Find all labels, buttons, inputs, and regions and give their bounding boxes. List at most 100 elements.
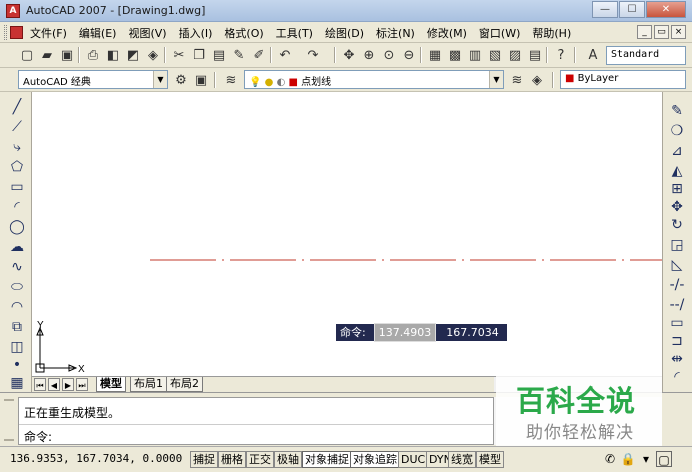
menu-insert[interactable]: 插入(I) — [179, 25, 213, 41]
menu-draw[interactable]: 绘图(D) — [325, 25, 364, 41]
dynamic-input-y-field[interactable]: 167.7034 — [442, 324, 503, 341]
menu-help[interactable]: 帮助(H) — [532, 25, 571, 41]
print-icon[interactable]: ⎙ — [84, 46, 102, 64]
dynamic-input-x-field[interactable]: 137.4903 — [373, 323, 437, 342]
offset-icon[interactable]: ◭ — [668, 162, 686, 180]
workspace-select[interactable]: AutoCAD 经典 ▼ — [18, 70, 168, 89]
text-style-icon[interactable]: A — [584, 46, 602, 64]
make-layer-current-icon[interactable]: ≋ — [508, 71, 526, 89]
arc-icon[interactable]: ◜ — [8, 198, 26, 216]
layer-select[interactable]: 💡 ● ◐ ■ 点划线 ▼ — [244, 70, 504, 89]
layer-previous-icon[interactable]: ◈ — [528, 71, 546, 89]
save-icon[interactable]: ▣ — [58, 46, 76, 64]
copy-object-icon[interactable]: ❍ — [668, 122, 686, 140]
extend-icon[interactable]: --/ — [668, 296, 686, 314]
text-style-select[interactable]: Standard — [606, 46, 686, 65]
polyline-icon[interactable]: ⤷ — [8, 138, 26, 156]
polar-toggle[interactable]: 极轴 — [274, 451, 302, 468]
doc-restore-button[interactable]: ▭ — [654, 25, 669, 39]
menu-edit[interactable]: 编辑(E) — [79, 25, 117, 41]
model-toggle[interactable]: 模型 — [476, 451, 504, 468]
ortho-toggle[interactable]: 正交 — [246, 451, 274, 468]
doc-minimize-button[interactable]: _ — [637, 25, 652, 39]
make-block-icon[interactable]: ◫ — [8, 338, 26, 356]
layer-manager-icon[interactable]: ≋ — [222, 71, 240, 89]
lock-icon[interactable]: 🔒 — [620, 451, 636, 467]
new-file-icon[interactable]: ▢ — [18, 46, 36, 64]
scale-icon[interactable]: ◲ — [668, 236, 686, 254]
tool-palettes-icon[interactable]: ▥ — [466, 46, 484, 64]
tab-model[interactable]: 模型 — [96, 377, 126, 392]
menu-grip[interactable] — [4, 25, 7, 40]
chevron-down-icon[interactable]: ▼ — [153, 71, 167, 88]
zoom-previous-icon[interactable]: ⊖ — [400, 46, 418, 64]
break-icon[interactable]: ▭ — [668, 314, 686, 332]
chamfer-icon[interactable]: ⇹ — [668, 350, 686, 368]
spline-icon[interactable]: ∿ — [8, 258, 26, 276]
cut-icon[interactable]: ✂ — [170, 46, 188, 64]
communication-center-icon[interactable]: ✆ — [602, 451, 618, 467]
workspace-settings-icon[interactable]: ⚙ — [172, 71, 190, 89]
match-properties-icon[interactable]: ✎ — [230, 46, 248, 64]
menu-modify[interactable]: 修改(M) — [427, 25, 467, 41]
menu-view[interactable]: 视图(V) — [128, 25, 166, 41]
first-tab-icon[interactable]: ⏮ — [34, 378, 46, 391]
next-tab-icon[interactable]: ▶ — [62, 378, 74, 391]
stretch-icon[interactable]: ◺ — [668, 256, 686, 274]
menu-window[interactable]: 窗口(W) — [479, 25, 520, 41]
command-prompt[interactable]: 命令: — [24, 428, 52, 445]
rotate-icon[interactable]: ↻ — [668, 216, 686, 234]
markup-set-icon[interactable]: ▨ — [506, 46, 524, 64]
chevron-down-icon[interactable]: ▼ — [489, 71, 503, 88]
revision-cloud-icon[interactable]: ☁ — [8, 238, 26, 256]
properties-icon[interactable]: ▦ — [426, 46, 444, 64]
tab-layout2[interactable]: 布局2 — [166, 377, 203, 392]
publish-icon[interactable]: ◩ — [124, 46, 142, 64]
sheet-set-icon[interactable]: ▧ — [486, 46, 504, 64]
3d-dwf-icon[interactable]: ◈ — [144, 46, 162, 64]
zoom-window-icon[interactable]: ⊙ — [380, 46, 398, 64]
undo-icon[interactable]: ↶ — [276, 46, 294, 64]
grid-toggle[interactable]: 栅格 — [218, 451, 246, 468]
hatch-icon[interactable]: ▦ — [8, 374, 26, 392]
fillet-icon[interactable]: ◜ — [668, 368, 686, 386]
save-workspace-icon[interactable]: ▣ — [192, 71, 210, 89]
lineweight-toggle[interactable]: 线宽 — [448, 451, 476, 468]
otrack-toggle[interactable]: 对象追踪 — [350, 451, 400, 468]
drawing-canvas[interactable]: Y X 命令: 137.4903 167.7034 — [32, 92, 662, 376]
line-icon[interactable]: ╱ — [8, 98, 26, 116]
block-editor-icon[interactable]: ✐ — [250, 46, 268, 64]
copy-icon[interactable]: ❐ — [190, 46, 208, 64]
erase-icon[interactable]: ✎ — [668, 102, 686, 120]
command-history[interactable]: 正在重生成模型。 命令: — [18, 397, 494, 445]
document-icon[interactable] — [10, 26, 23, 39]
trim-icon[interactable]: -/- — [668, 276, 686, 294]
help-icon[interactable]: ? — [552, 46, 570, 64]
menu-dimension[interactable]: 标注(N) — [376, 25, 415, 41]
pan-icon[interactable]: ✥ — [340, 46, 358, 64]
insert-block-icon[interactable]: ⧉ — [8, 318, 26, 336]
color-select[interactable]: ■ ByLayer — [560, 70, 686, 89]
ellipse-icon[interactable]: ⬭ — [8, 278, 26, 296]
point-icon[interactable]: • — [8, 356, 26, 374]
chevron-down-icon[interactable]: ▾ — [638, 451, 654, 467]
prev-tab-icon[interactable]: ◀ — [48, 378, 60, 391]
coordinate-readout[interactable]: 136.9353, 167.7034, 0.0000 — [10, 452, 182, 465]
design-center-icon[interactable]: ▩ — [446, 46, 464, 64]
menu-format[interactable]: 格式(O) — [224, 25, 263, 41]
snap-toggle[interactable]: 捕捉 — [190, 451, 218, 468]
menu-file[interactable]: 文件(F) — [30, 25, 67, 41]
circle-icon[interactable]: ◯ — [8, 218, 26, 236]
zoom-realtime-icon[interactable]: ⊕ — [360, 46, 378, 64]
mirror-icon[interactable]: ⊿ — [668, 142, 686, 160]
array-icon[interactable]: ⊞ — [668, 180, 686, 198]
ellipse-arc-icon[interactable]: ◠ — [8, 298, 26, 316]
construction-line-icon[interactable]: ⟋ — [8, 118, 26, 136]
last-tab-icon[interactable]: ⏭ — [76, 378, 88, 391]
menu-tools[interactable]: 工具(T) — [276, 25, 313, 41]
minimize-button[interactable]: — — [592, 1, 618, 18]
tab-layout1[interactable]: 布局1 — [130, 377, 167, 392]
move-icon[interactable]: ✥ — [668, 198, 686, 216]
polygon-icon[interactable]: ⬠ — [8, 158, 26, 176]
autocad-app-icon[interactable]: A — [6, 4, 20, 18]
